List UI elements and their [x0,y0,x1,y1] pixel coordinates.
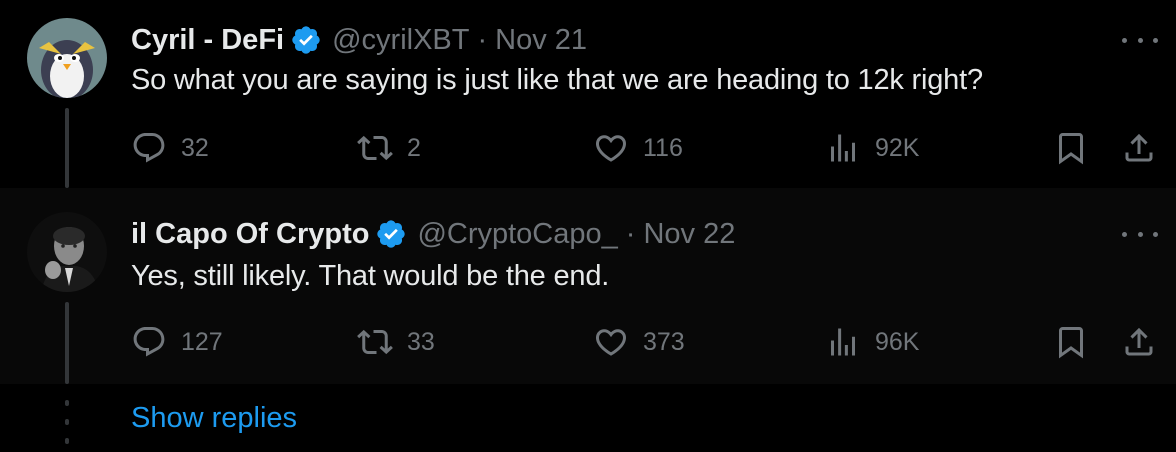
reply-icon [133,133,165,163]
tweet-header: il Capo Of Crypto @CryptoCapo_ · Nov 22 [131,214,735,254]
reply-icon [133,327,165,357]
views-button[interactable]: 96K [825,322,919,362]
thread-connector [65,302,69,384]
share-icon [1125,327,1153,356]
tweet-header: Cyril - DeFi @cyrilXBT · Nov 21 [131,20,587,60]
separator-dot: · [477,23,488,56]
thread-connector [65,108,69,188]
heart-icon [595,135,627,162]
like-button[interactable]: 116 [593,128,683,168]
author-name[interactable]: il Capo Of Crypto [131,218,369,251]
like-button[interactable]: 373 [593,322,685,362]
bookmark-icon [1059,133,1083,165]
tweet-text: So what you are saying is just like that… [131,64,983,96]
author-handle[interactable]: @cyrilXBT [332,24,469,57]
penguin-avatar-icon [27,18,107,98]
tweet-date[interactable]: Nov 21 [495,24,587,57]
avatar[interactable] [27,212,107,292]
tweet[interactable]: Cyril - DeFi @cyrilXBT · Nov 21 So what … [0,0,1176,188]
author-name[interactable]: Cyril - DeFi [131,24,284,57]
godfather-avatar-icon [27,212,107,292]
share-icon [1125,133,1153,162]
retweet-button[interactable]: 33 [357,322,435,362]
tweet[interactable]: il Capo Of Crypto @CryptoCapo_ · Nov 22 … [0,188,1176,384]
bookmark-icon [1059,327,1083,359]
tweet-date[interactable]: Nov 22 [643,218,735,251]
retweet-button[interactable]: 2 [357,128,421,168]
tweet-actions: 32 2 116 92K [131,128,1161,168]
views-count: 92K [875,133,920,162]
more-icon[interactable] [1122,224,1158,244]
like-count: 116 [643,133,683,162]
show-replies-link[interactable]: Show replies [131,402,297,435]
reply-count: 127 [181,327,223,356]
avatar[interactable] [27,18,107,98]
retweet-icon [357,329,393,355]
bookmark-button[interactable] [1053,322,1089,362]
tweet-text: Yes, still likely. That would be the end… [131,260,610,292]
reply-button[interactable]: 32 [131,128,209,168]
more-icon[interactable] [1122,30,1158,50]
share-button[interactable] [1121,322,1157,362]
views-icon [831,328,855,356]
bookmark-button[interactable] [1053,128,1089,168]
reply-button[interactable]: 127 [131,322,223,362]
views-count: 96K [875,327,920,356]
verified-badge-icon [377,220,406,248]
share-button[interactable] [1121,128,1157,168]
retweet-count: 33 [407,327,435,356]
author-handle[interactable]: @CryptoCapo_ [417,218,617,251]
thread-dots [64,400,70,444]
retweet-count: 2 [407,133,421,162]
like-count: 373 [643,327,685,356]
views-button[interactable]: 92K [825,128,919,168]
heart-icon [595,329,627,356]
show-replies-row: Show replies [0,384,1176,452]
tweet-actions: 127 33 373 96K [131,322,1161,362]
retweet-icon [357,135,393,161]
separator-dot: · [625,217,636,250]
tweet-thread: Cyril - DeFi @cyrilXBT · Nov 21 So what … [0,0,1176,452]
reply-count: 32 [181,133,209,162]
verified-badge-icon [292,26,320,54]
views-icon [831,134,855,162]
